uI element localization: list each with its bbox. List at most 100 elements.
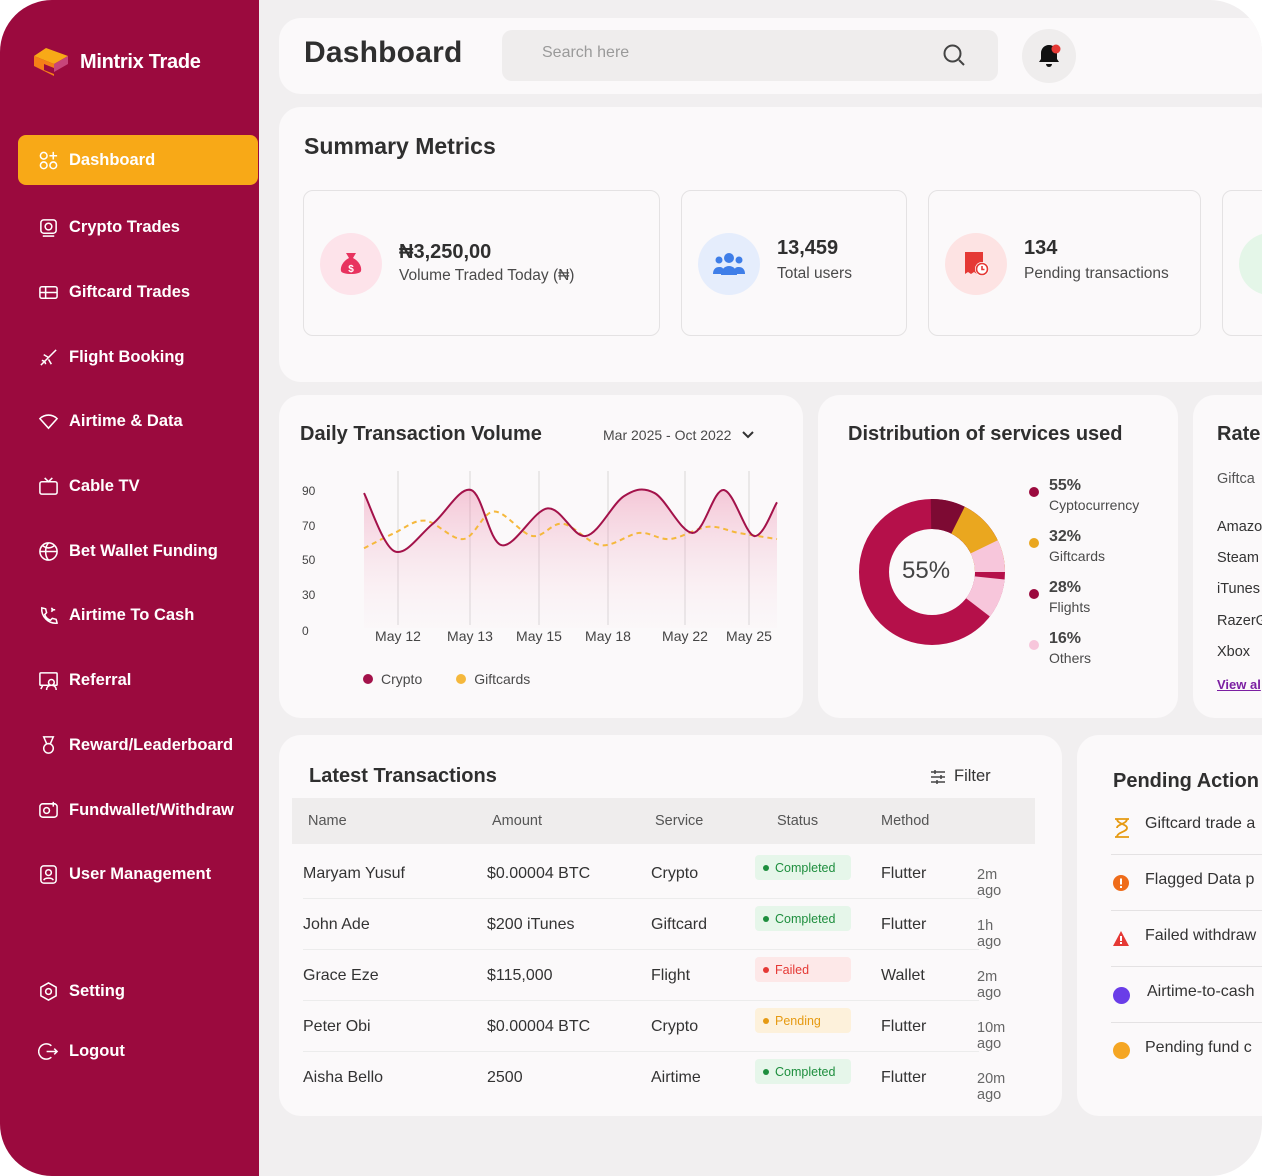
- metric-card-volume: $ ₦3,250,00 Volume Traded Today (₦): [303, 190, 660, 336]
- legend-label: Cyptocurrency: [1049, 497, 1140, 513]
- metric-value: 13,459: [777, 237, 839, 259]
- notification-button[interactable]: [1022, 29, 1076, 83]
- view-all-link[interactable]: View al: [1217, 677, 1261, 692]
- setting-label: Setting: [69, 981, 125, 1000]
- logo[interactable]: Mintrix Trade: [30, 42, 201, 82]
- rate-item: Amazo: [1217, 519, 1262, 535]
- metric-label: Total users: [777, 265, 852, 282]
- transactions-card: Latest Transactions Filter Name Amount S…: [279, 735, 1062, 1116]
- sidebar-item-bet-wallet[interactable]: Bet Wallet Funding: [18, 526, 258, 576]
- status-label: Completed: [775, 860, 836, 875]
- sidebar-item-label: Flight Booking: [69, 347, 185, 366]
- sidebar-item-label: Giftcard Trades: [69, 282, 191, 301]
- wallet-icon: [39, 801, 58, 818]
- metric-value: 134: [1024, 237, 1058, 259]
- purple-dot-icon: [1113, 987, 1130, 1004]
- legend-pct: 55%: [1049, 477, 1082, 494]
- cell-method: Flutter: [881, 865, 927, 882]
- pending-item[interactable]: Giftcard trade a: [1111, 799, 1262, 855]
- cell-amount: $0.00004 BTC: [487, 865, 591, 882]
- app-name: Mintrix Trade: [80, 50, 201, 73]
- wifi-icon: [38, 413, 59, 429]
- metric-label: Pending transactions: [1024, 265, 1169, 282]
- legend-pct: 32%: [1049, 528, 1082, 545]
- sidebar-item-reward[interactable]: Reward/Leaderboard: [18, 720, 258, 770]
- table-row[interactable]: John Ade $200 iTunes Giftcard Completed …: [303, 899, 1001, 950]
- sidebar-item-giftcard-trades[interactable]: Giftcard Trades: [18, 267, 258, 317]
- x-tick-label: May 13: [447, 628, 493, 644]
- page-title: Dashboard: [304, 36, 463, 69]
- distribution-card: Distribution of services used 55% 55% Cyp…: [818, 395, 1178, 718]
- search-icon[interactable]: [942, 43, 966, 67]
- cell-amount: $115,000: [487, 967, 553, 984]
- cell-service: Crypto: [651, 1018, 699, 1035]
- cell-time: 10m ago: [977, 1020, 1006, 1052]
- filter-icon: [931, 769, 945, 784]
- rate-item: Steam: [1217, 550, 1259, 566]
- status-label: Failed: [775, 962, 810, 977]
- sidebar-item-airtime-to-cash[interactable]: Airtime To Cash: [18, 590, 258, 640]
- sidebar-item-user-management[interactable]: User Management: [18, 849, 258, 899]
- status-badge: Failed: [755, 957, 851, 982]
- pending-item[interactable]: Airtime-to-cash: [1111, 967, 1262, 1023]
- sidebar-item-label: Fundwallet/Withdraw: [69, 800, 234, 819]
- legend-item: Giftcards: [456, 671, 530, 687]
- alert-circle-icon: [1113, 875, 1129, 891]
- cell-method: Flutter: [881, 1069, 927, 1086]
- sidebar-item-airtime-data[interactable]: Airtime & Data: [18, 396, 258, 446]
- giftcard-icon: [39, 285, 58, 299]
- sidebar-item-cable-tv[interactable]: Cable TV: [18, 461, 258, 511]
- x-tick-label: May 15: [516, 628, 562, 644]
- legend-label: Giftcards: [1049, 548, 1106, 564]
- table-row[interactable]: Grace Eze $115,000 Flight Failed Wallet …: [303, 950, 1001, 1001]
- x-tick-label: May 22: [662, 628, 708, 644]
- sidebar-item-label: Bet Wallet Funding: [69, 541, 218, 560]
- referral-icon: [39, 671, 58, 690]
- table-row[interactable]: Maryam Yusuf $0.00004 BTC Crypto Complet…: [303, 848, 1001, 899]
- pending-item[interactable]: Flagged Data p: [1111, 855, 1262, 911]
- sidebar-item-fundwallet[interactable]: Fundwallet/Withdraw: [18, 785, 258, 835]
- cell-service: Crypto: [651, 865, 699, 882]
- app-frame: Mintrix Trade Dashboard Crypto Trades Gi…: [0, 0, 1262, 1176]
- sidebar-item-crypto-trades[interactable]: Crypto Trades: [18, 202, 258, 252]
- transactions-title: Latest Transactions: [309, 765, 497, 787]
- status-label: Completed: [775, 1064, 836, 1079]
- filter-button[interactable]: Filter: [930, 767, 991, 786]
- sidebar-item-logout[interactable]: Logout: [18, 1026, 258, 1076]
- cell-service: Giftcard: [651, 916, 708, 933]
- search-box[interactable]: [502, 30, 998, 81]
- rates-subtitle: Giftca: [1217, 471, 1255, 487]
- pending-text: Pending fund c: [1145, 1039, 1252, 1056]
- cell-method: Flutter: [881, 916, 927, 933]
- money-bag-icon: $: [320, 233, 382, 295]
- sidebar-item-dashboard[interactable]: Dashboard: [18, 135, 258, 185]
- sidebar-item-label: Airtime To Cash: [69, 605, 195, 624]
- table-row[interactable]: Peter Obi $0.00004 BTC Crypto Pending Fl…: [303, 1001, 1005, 1052]
- table-row[interactable]: Aisha Bello 2500 Airtime Completed Flutt…: [303, 1052, 1005, 1103]
- metric-card-pending: 134 Pending transactions: [928, 190, 1201, 336]
- medal-icon: [42, 735, 55, 754]
- pending-item[interactable]: Failed withdraw: [1111, 911, 1262, 967]
- phone-icon: [41, 606, 59, 624]
- crypto-icon: [40, 218, 57, 237]
- green-metric-icon: [1239, 233, 1262, 295]
- sidebar-item-label: Airtime & Data: [69, 411, 183, 430]
- cell-service: Airtime: [651, 1069, 701, 1086]
- search-input[interactable]: [542, 44, 922, 62]
- sidebar-item-flight-booking[interactable]: Flight Booking: [18, 332, 258, 382]
- donut-center-label: 55%: [902, 557, 951, 584]
- filter-label: Filter: [954, 767, 991, 785]
- legend-label: Flights: [1049, 599, 1091, 615]
- y-tick-label: 30: [302, 588, 316, 602]
- legend-item: Crypto: [363, 671, 422, 687]
- pending-receipt-icon: [945, 233, 1007, 295]
- ball-icon: [39, 541, 58, 561]
- sidebar-item-setting[interactable]: Setting: [18, 966, 258, 1016]
- hourglass-icon: [1115, 818, 1129, 838]
- status-label: Pending: [775, 1013, 821, 1028]
- legend-label: Giftcards: [474, 671, 531, 687]
- sidebar-item-referral[interactable]: Referral: [18, 655, 258, 705]
- cell-time: 1h ago: [977, 918, 1002, 950]
- pending-item[interactable]: Pending fund c: [1111, 1023, 1262, 1079]
- svg-text:$: $: [348, 264, 354, 275]
